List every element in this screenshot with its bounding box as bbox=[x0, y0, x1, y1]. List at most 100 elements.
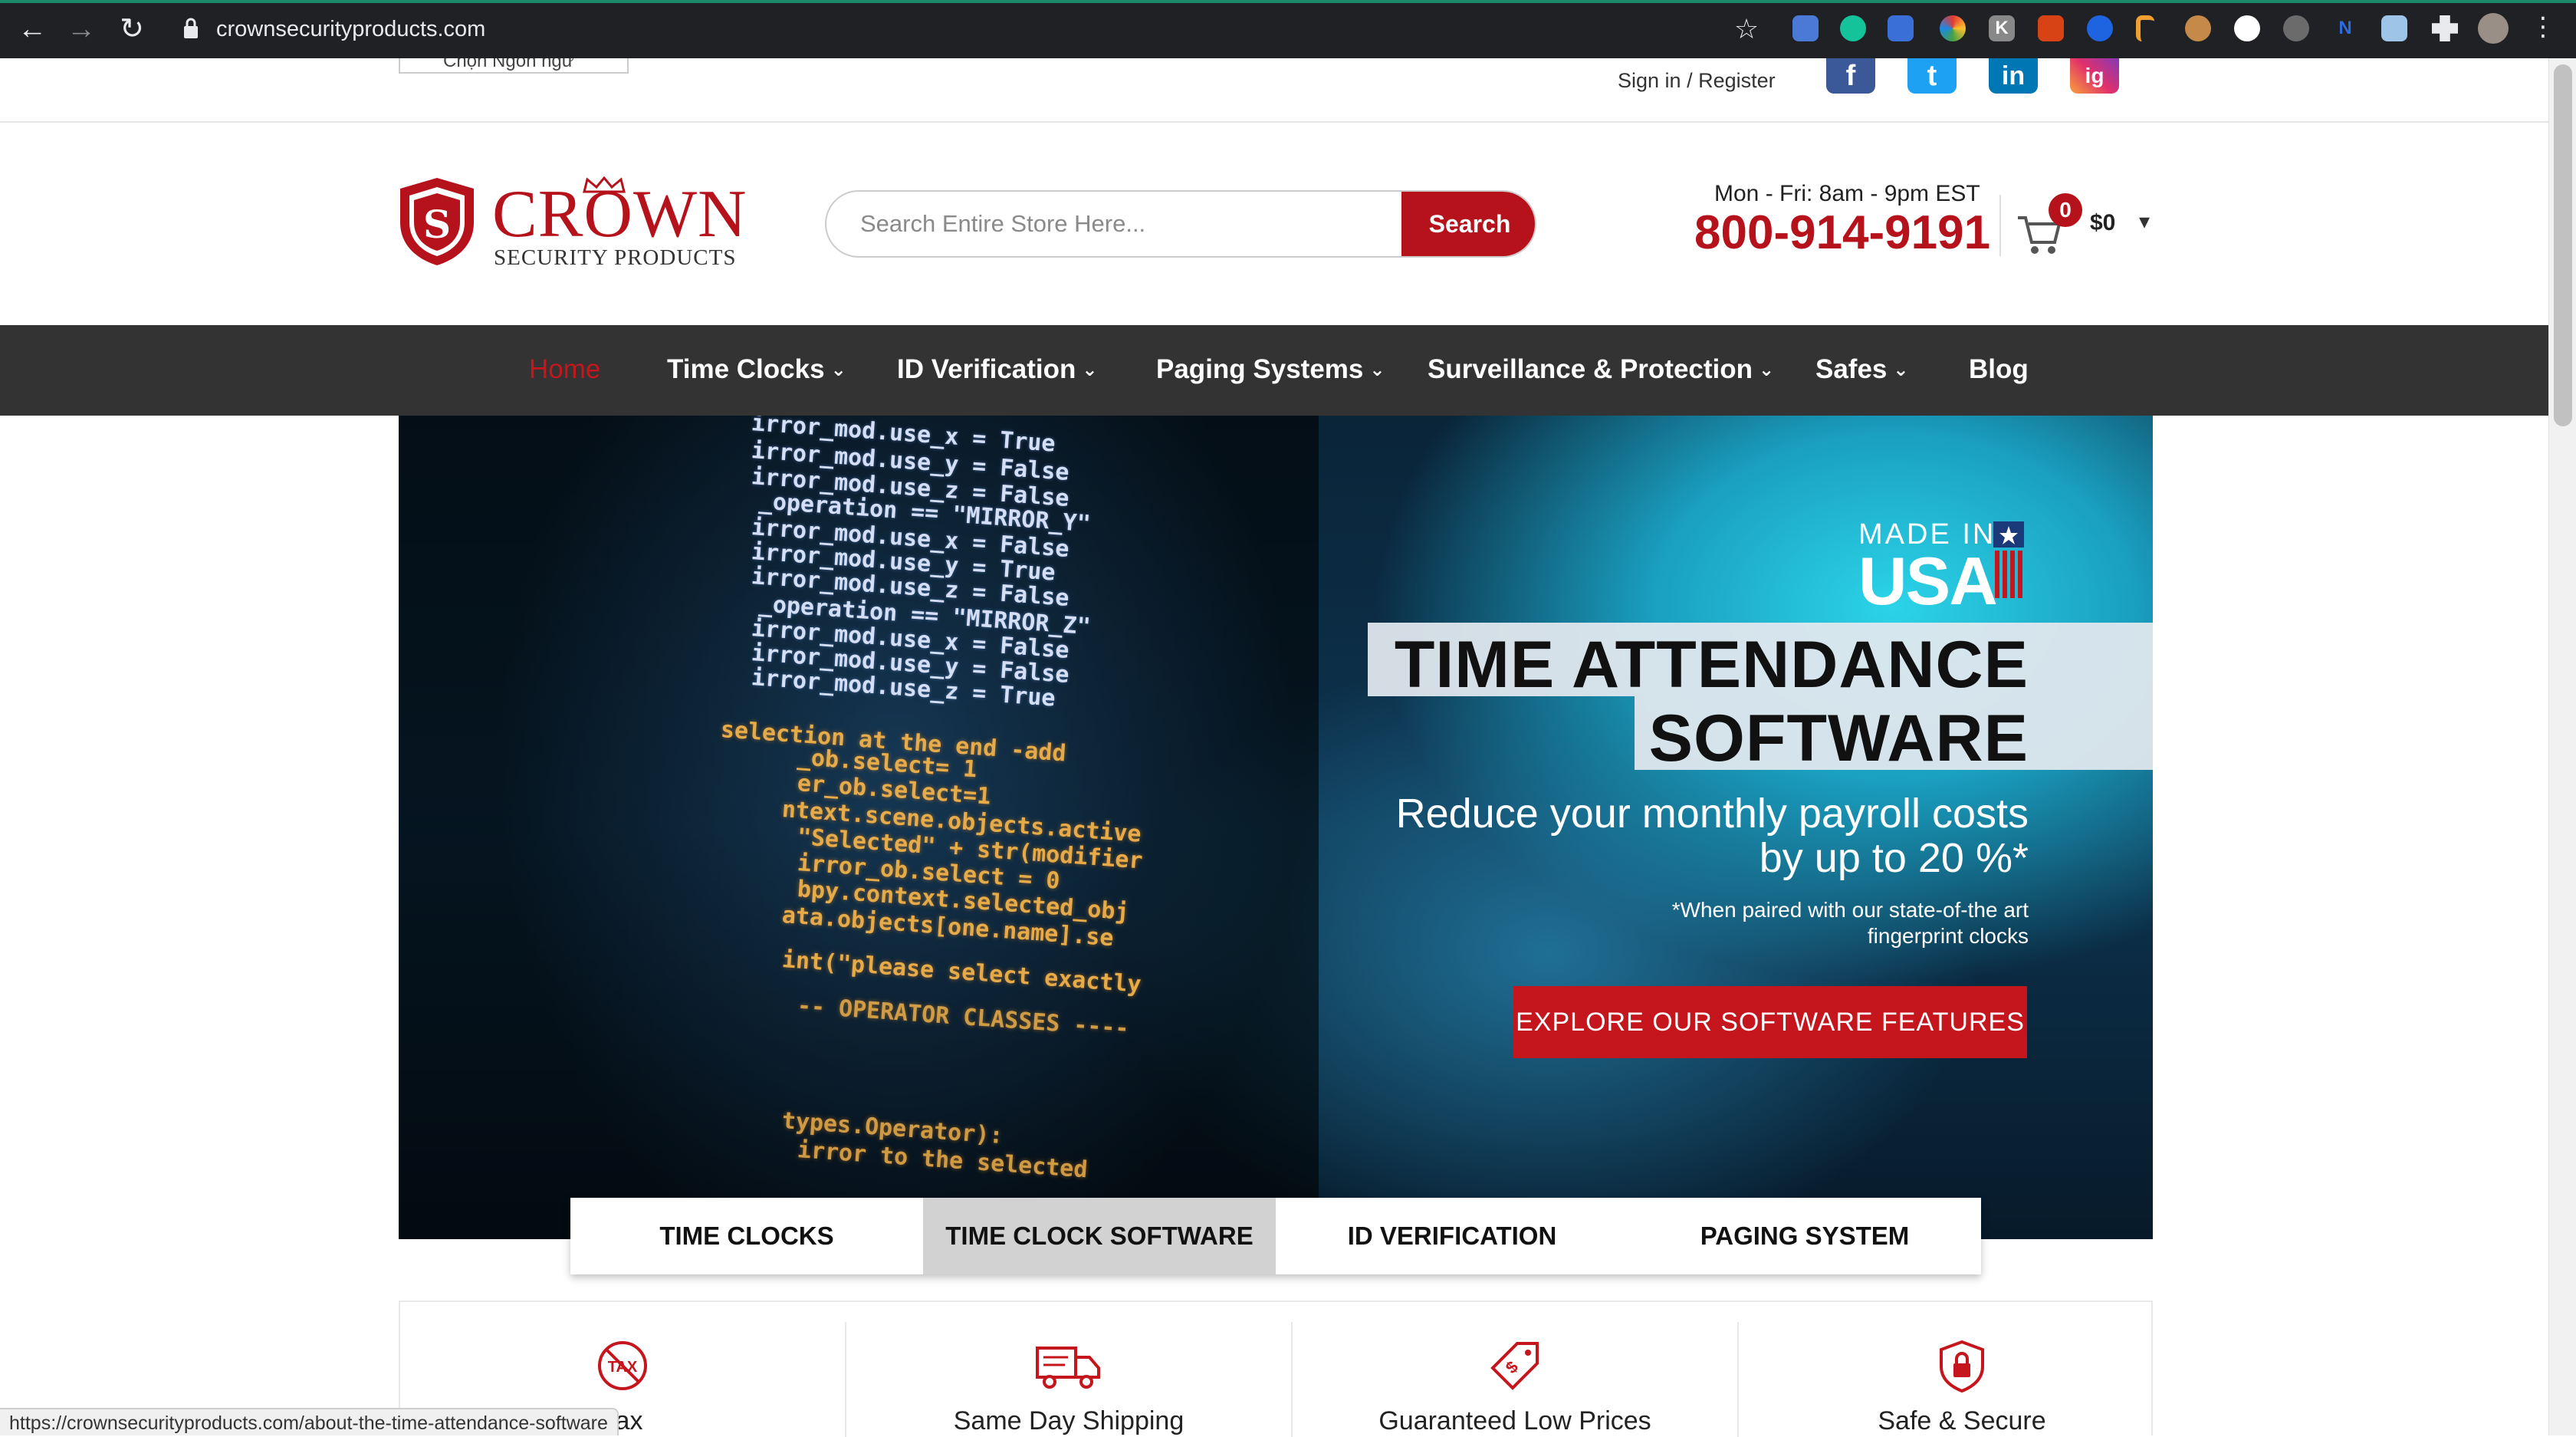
chevron-down-icon: ⌄ bbox=[1369, 360, 1385, 380]
phone-number[interactable]: 800-914-9191 bbox=[1694, 206, 1990, 260]
twitter-icon[interactable]: t bbox=[1907, 58, 1957, 94]
feature-low-prices: $ Guaranteed Low Prices bbox=[1293, 1322, 1739, 1437]
feature-safe-secure: Safe & Secure bbox=[1739, 1322, 2185, 1437]
usa-label: USA bbox=[1858, 543, 1998, 619]
shield-logo-icon: S bbox=[400, 178, 474, 265]
nav-item-label: Paging Systems bbox=[1156, 354, 1364, 384]
address-bar[interactable]: crownsecurityproducts.com bbox=[216, 14, 485, 44]
feature-label: Safe & Secure bbox=[1878, 1406, 2046, 1435]
chevron-down-icon: ⌄ bbox=[830, 360, 846, 380]
business-hours: Mon - Fri: 8am - 9pm EST bbox=[1714, 181, 1980, 206]
account-links: Sign in / Register bbox=[1618, 69, 1776, 93]
cart-total: $0 bbox=[2090, 210, 2116, 235]
profile-avatar[interactable] bbox=[2478, 13, 2509, 44]
hero-headline-line-1: TIME ATTENDANCE bbox=[1394, 628, 2029, 702]
link-status-bar: https://crownsecurityproducts.com/about-… bbox=[0, 1408, 619, 1435]
chevron-down-icon: ⌄ bbox=[1759, 360, 1775, 380]
tab-id-verification[interactable]: ID VERIFICATION bbox=[1276, 1198, 1628, 1274]
cart-count-badge: 0 bbox=[2049, 193, 2082, 227]
cart-dropdown-caret-icon[interactable]: ▾ bbox=[2139, 209, 2150, 234]
search-button[interactable]: Search bbox=[1401, 192, 1535, 256]
gear-extension-icon[interactable] bbox=[2283, 15, 2309, 41]
tab-time-clock-software[interactable]: TIME CLOCK SOFTWARE bbox=[923, 1198, 1276, 1274]
page-scrollbar[interactable] bbox=[2548, 58, 2576, 1435]
stopwatch-extension-icon[interactable] bbox=[2234, 15, 2260, 41]
main-navigation: Home Time Clocks ⌄ ID Verification ⌄ Pagin… bbox=[0, 325, 2548, 416]
lock-icon[interactable] bbox=[182, 17, 199, 40]
tab-time-clocks[interactable]: TIME CLOCKS bbox=[570, 1198, 923, 1274]
feature-label: Guaranteed Low Prices bbox=[1378, 1406, 1651, 1435]
truck-icon bbox=[1036, 1347, 1100, 1389]
bookmark-star-icon[interactable]: ☆ bbox=[1728, 11, 1765, 48]
logo-tagline: SECURITY PRODUCTS bbox=[494, 245, 737, 270]
site-header: S CROWN SECURITY PRODUCTS Search Mon - F… bbox=[0, 123, 2548, 325]
instagram-icon[interactable]: ig bbox=[2070, 58, 2119, 94]
snow-extension-icon[interactable] bbox=[2381, 15, 2407, 41]
site-logo[interactable]: S CROWN SECURITY PRODUCTS bbox=[397, 176, 748, 270]
search-form: Search bbox=[825, 190, 1536, 258]
subhead-line-1: Reduce your monthly payroll costs bbox=[1395, 791, 2029, 837]
nav-item-home[interactable]: Home bbox=[529, 354, 600, 385]
language-select[interactable]: Chọn Ngôn ngữ bbox=[399, 58, 629, 74]
scrollbar-thumb[interactable] bbox=[2554, 64, 2572, 426]
translate-extension-icon[interactable] bbox=[1792, 15, 1819, 41]
svg-text:S: S bbox=[423, 202, 451, 247]
nav-item-paging-systems[interactable]: Paging Systems ⌄ bbox=[1156, 354, 1385, 385]
nav-item-blog[interactable]: Blog bbox=[1969, 354, 2029, 385]
linkedin-icon[interactable]: in bbox=[1989, 58, 2038, 94]
nav-item-label: Surveillance & Protection bbox=[1428, 354, 1753, 384]
price-tag-icon: $ bbox=[1490, 1342, 1539, 1390]
nav-item-label: Home bbox=[529, 354, 601, 384]
no-tax-icon: TAX bbox=[598, 1341, 647, 1390]
category-tabs: TIME CLOCKS TIME CLOCK SOFTWARE ID VERIF… bbox=[570, 1198, 1981, 1274]
feature-label: Same Day Shipping bbox=[953, 1406, 1184, 1435]
subhead-line-2: by up to 20 %* bbox=[1759, 835, 2029, 881]
nav-item-label: Safes bbox=[1815, 354, 1888, 384]
tab-paging-system[interactable]: PAGING SYSTEM bbox=[1628, 1198, 1981, 1274]
mail-extension-icon[interactable] bbox=[1888, 15, 1914, 41]
nav-item-time-clocks[interactable]: Time Clocks ⌄ bbox=[667, 354, 846, 385]
nav-item-surveillance-protection[interactable]: Surveillance & Protection ⌄ bbox=[1428, 354, 1774, 385]
chevron-down-icon: ⌄ bbox=[1893, 360, 1909, 380]
footnote-line-2: fingerprint clocks bbox=[1867, 924, 2029, 948]
hero-headline-line-2: SOFTWARE bbox=[1648, 702, 2029, 775]
usa-flag-icon bbox=[1993, 521, 2024, 598]
explore-software-features-button[interactable]: EXPLORE OUR SOFTWARE FEATURES bbox=[1513, 986, 2027, 1058]
made-in-usa-badge: MADE IN USA bbox=[1858, 518, 1998, 619]
more-menu-icon[interactable]: ⋮ bbox=[2530, 14, 2556, 41]
browser-toolbar: ← → ↻ crownsecurityproducts.com ☆ K N ⋮ bbox=[0, 0, 2576, 58]
sign-in-link[interactable]: Sign in bbox=[1618, 69, 1681, 92]
feature-same-day-shipping: Same Day Shipping bbox=[846, 1322, 1293, 1437]
color-extension-icon[interactable] bbox=[1940, 15, 1966, 41]
n-extension-icon[interactable]: N bbox=[2332, 15, 2358, 41]
header-divider bbox=[1999, 195, 2001, 256]
lock-shield-icon bbox=[1940, 1340, 1984, 1393]
back-icon[interactable]: ← bbox=[14, 11, 51, 48]
facebook-icon[interactable]: f bbox=[1826, 58, 1875, 94]
hero-banner[interactable]: irror_mod.use_x = True irror_mod.use_y = … bbox=[399, 416, 2153, 1239]
hero-footnote: *When paired with our state-of-the art f… bbox=[1569, 897, 2029, 949]
search-input[interactable] bbox=[826, 192, 1401, 256]
forward-icon[interactable]: → bbox=[63, 11, 100, 48]
chevron-down-icon: ⌄ bbox=[1082, 360, 1098, 380]
nav-item-label: Blog bbox=[1969, 354, 2029, 384]
puzzle-extensions-icon[interactable] bbox=[2432, 15, 2458, 41]
account-separator: / bbox=[1681, 69, 1699, 92]
nav-item-label: Time Clocks bbox=[667, 354, 825, 384]
red-extension-icon[interactable] bbox=[2038, 15, 2064, 41]
reload-icon[interactable]: ↻ bbox=[113, 11, 150, 48]
cookie-extension-icon[interactable] bbox=[2185, 15, 2211, 41]
grammarly-extension-icon[interactable] bbox=[1840, 15, 1866, 41]
features-strip: TAX Tax Same Day Shipping $ Guaranteed L… bbox=[399, 1301, 2153, 1437]
nav-item-id-verification[interactable]: ID Verification ⌄ bbox=[897, 354, 1098, 385]
nav-item-label: ID Verification bbox=[897, 354, 1076, 384]
blue-extension-icon[interactable] bbox=[2087, 15, 2113, 41]
tag-extension-icon[interactable] bbox=[2136, 15, 2154, 41]
top-utility-bar: Chọn Ngôn ngữ Sign in / Register f t in … bbox=[0, 58, 2548, 123]
svg-text:$: $ bbox=[1502, 1357, 1522, 1377]
k-extension-icon[interactable]: K bbox=[1989, 15, 2015, 41]
logo-wordmark: CROWN bbox=[492, 177, 748, 252]
nav-item-safes[interactable]: Safes ⌄ bbox=[1815, 354, 1909, 385]
register-link[interactable]: Register bbox=[1698, 69, 1776, 92]
tab-strip-accent bbox=[0, 0, 2576, 3]
